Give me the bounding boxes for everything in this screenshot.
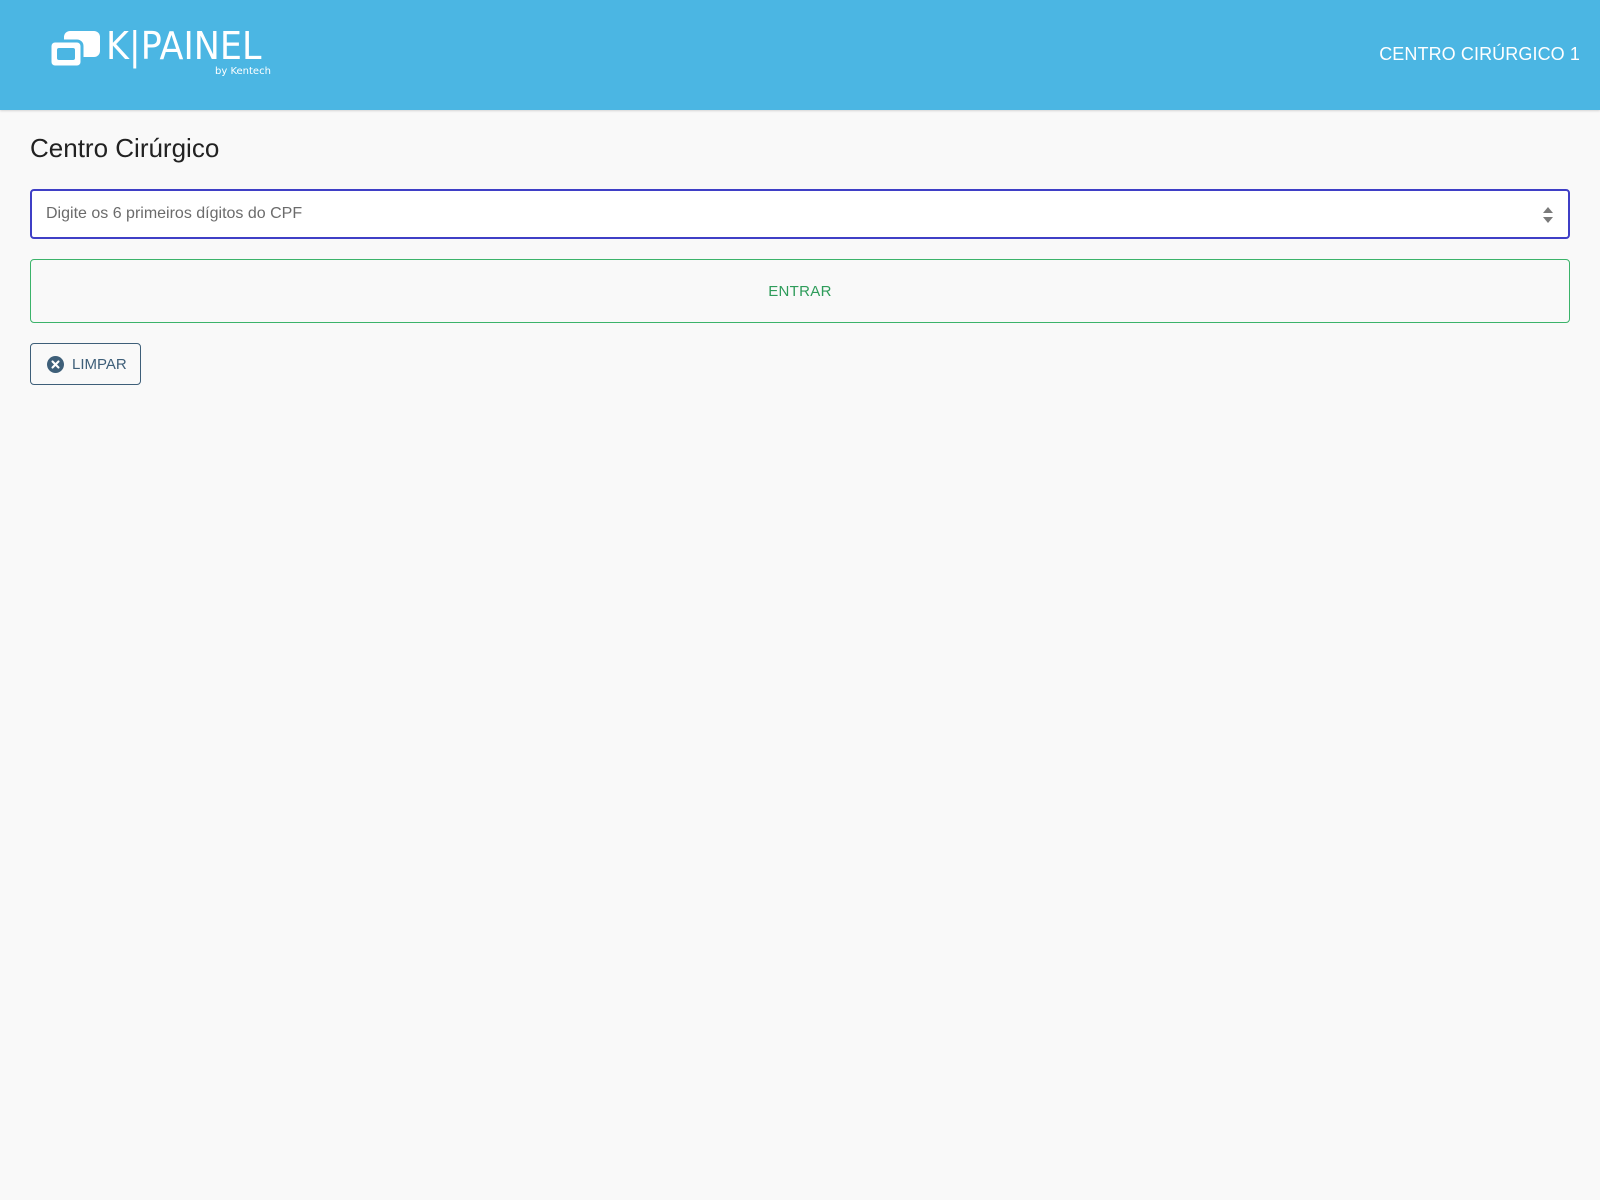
app-header: K|PAINEL by Kentech CENTRO CIRÚRGICO 1 (0, 0, 1600, 110)
location-label: CENTRO CIRÚRGICO 1 (1379, 44, 1580, 64)
cpf-input[interactable] (32, 191, 1568, 237)
enter-button[interactable]: ENTRAR (30, 259, 1570, 323)
clear-button-label: LIMPAR (72, 355, 127, 373)
number-spinner-icon[interactable] (1542, 204, 1554, 226)
page-title: Centro Cirúrgico (30, 133, 220, 163)
cpf-field (30, 189, 1570, 239)
logo-byline: by Kentech (215, 66, 271, 77)
chat-bubbles-icon (48, 31, 100, 69)
kpainel-logo[interactable]: K|PAINEL by Kentech (48, 24, 278, 84)
logo-wordmark: K|PAINEL (106, 24, 262, 68)
x-circle-icon (47, 355, 64, 373)
clear-button[interactable]: LIMPAR (30, 343, 141, 385)
